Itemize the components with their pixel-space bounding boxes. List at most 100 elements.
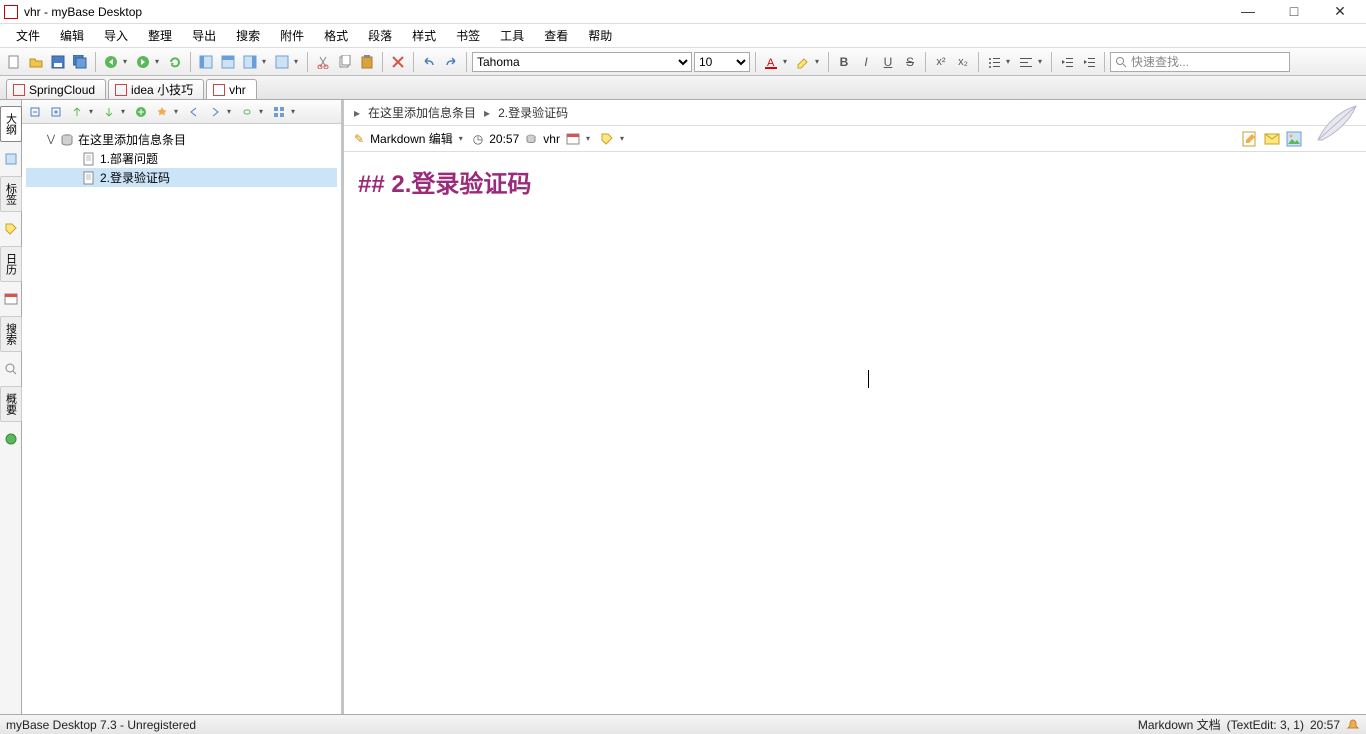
dropdown-icon[interactable]: ▾ xyxy=(227,107,235,116)
layout-1-icon[interactable] xyxy=(196,52,216,72)
attachment-icon[interactable] xyxy=(1264,131,1280,147)
dropdown-icon[interactable]: ▾ xyxy=(459,134,467,143)
dropdown-icon[interactable]: ▾ xyxy=(294,57,302,66)
dropdown-icon[interactable]: ▾ xyxy=(586,134,594,143)
tag-icon[interactable] xyxy=(600,132,614,146)
undo-icon[interactable] xyxy=(419,52,439,72)
font-family-select[interactable]: Tahoma xyxy=(472,52,692,72)
dropdown-icon[interactable]: ▾ xyxy=(291,107,299,116)
menu-export[interactable]: 导出 xyxy=(184,25,224,46)
dropdown-icon[interactable]: ▾ xyxy=(1038,57,1046,66)
breadcrumb-item[interactable]: 2.登录验证码 xyxy=(498,104,568,121)
bell-icon[interactable] xyxy=(1346,718,1360,732)
tree-star-icon[interactable] xyxy=(153,103,171,121)
tree-collapse-icon[interactable] xyxy=(26,103,44,121)
quick-search-input[interactable]: 快速查找... xyxy=(1110,52,1290,72)
side-tab-search[interactable]: 搜索 xyxy=(0,316,22,352)
paste-icon[interactable] xyxy=(357,52,377,72)
strikethrough-icon[interactable]: S xyxy=(900,52,920,72)
side-tab-calendar[interactable]: 日历 xyxy=(0,246,22,282)
menu-attachment[interactable]: 附件 xyxy=(272,25,312,46)
redo-icon[interactable] xyxy=(441,52,461,72)
back-icon[interactable] xyxy=(101,52,121,72)
underline-icon[interactable]: U xyxy=(878,52,898,72)
dropdown-icon[interactable]: ▾ xyxy=(121,107,129,116)
menu-paragraph[interactable]: 段落 xyxy=(360,25,400,46)
dropdown-icon[interactable]: ▾ xyxy=(262,57,270,66)
close-button[interactable]: ✕ xyxy=(1326,3,1354,20)
dropdown-icon[interactable]: ▾ xyxy=(123,57,131,66)
menu-bookmark[interactable]: 书签 xyxy=(448,25,488,46)
menu-import[interactable]: 导入 xyxy=(96,25,136,46)
menu-format[interactable]: 格式 xyxy=(316,25,356,46)
image-icon[interactable] xyxy=(1286,131,1302,147)
italic-icon[interactable]: I xyxy=(856,52,876,72)
tree-root[interactable]: ⋁ 在这里添加信息条目 xyxy=(26,130,337,149)
dropdown-icon[interactable]: ▾ xyxy=(783,57,791,66)
tree-child-icon[interactable] xyxy=(100,103,118,121)
side-tab-tags[interactable]: 标签 xyxy=(0,176,22,212)
tree-link-icon[interactable] xyxy=(238,103,256,121)
caret-down-icon[interactable]: ⋁ xyxy=(46,134,56,145)
editor-body[interactable]: ## 2.登录验证码 xyxy=(344,152,1366,714)
side-tab-summary[interactable]: 概要 xyxy=(0,386,22,422)
copy-icon[interactable] xyxy=(335,52,355,72)
cut-icon[interactable] xyxy=(313,52,333,72)
bullet-list-icon[interactable] xyxy=(984,52,1004,72)
edit-note-icon[interactable] xyxy=(1242,131,1258,147)
layout-3-icon[interactable] xyxy=(240,52,260,72)
dropdown-icon[interactable]: ▾ xyxy=(89,107,97,116)
indent-icon[interactable] xyxy=(1079,52,1099,72)
tree-expand-icon[interactable] xyxy=(47,103,65,121)
menu-tools[interactable]: 工具 xyxy=(492,25,532,46)
save-icon[interactable] xyxy=(48,52,68,72)
save-all-icon[interactable] xyxy=(70,52,90,72)
dropdown-icon[interactable]: ▾ xyxy=(620,134,628,143)
delete-icon[interactable] xyxy=(388,52,408,72)
font-color-icon[interactable]: A xyxy=(761,52,781,72)
layout-2-icon[interactable] xyxy=(218,52,238,72)
forward-icon[interactable] xyxy=(133,52,153,72)
menu-organize[interactable]: 整理 xyxy=(140,25,180,46)
subscript-icon[interactable]: x₂ xyxy=(953,52,973,72)
tree-grid-icon[interactable] xyxy=(270,103,288,121)
layout-4-icon[interactable] xyxy=(272,52,292,72)
maximize-button[interactable]: □ xyxy=(1280,3,1308,20)
bold-icon[interactable]: B xyxy=(834,52,854,72)
dropdown-icon[interactable]: ▾ xyxy=(174,107,182,116)
tab-springcloud[interactable]: SpringCloud xyxy=(6,79,106,99)
tree-item-2[interactable]: 2.登录验证码 xyxy=(26,168,337,187)
dropdown-icon[interactable]: ▾ xyxy=(259,107,267,116)
menu-view[interactable]: 查看 xyxy=(536,25,576,46)
tree-add-icon[interactable] xyxy=(132,103,150,121)
tree-move-left-icon[interactable] xyxy=(185,103,203,121)
dropdown-icon[interactable]: ▾ xyxy=(815,57,823,66)
tab-vhr[interactable]: vhr xyxy=(206,79,257,99)
tab-idea[interactable]: idea 小技巧 xyxy=(108,79,204,99)
menu-help[interactable]: 帮助 xyxy=(580,25,620,46)
dropdown-icon[interactable]: ▾ xyxy=(1006,57,1014,66)
tree-item-1[interactable]: 1.部署问题 xyxy=(26,149,337,168)
editor-mode[interactable]: Markdown 编辑 xyxy=(370,130,453,147)
side-tab-outline[interactable]: 大纲 xyxy=(0,106,22,142)
new-doc-icon[interactable] xyxy=(4,52,24,72)
refresh-icon[interactable] xyxy=(165,52,185,72)
menu-search[interactable]: 搜索 xyxy=(228,25,268,46)
outdent-icon[interactable] xyxy=(1057,52,1077,72)
tree-move-right-icon[interactable] xyxy=(206,103,224,121)
minimize-button[interactable]: — xyxy=(1234,3,1262,20)
align-icon[interactable] xyxy=(1016,52,1036,72)
menu-edit[interactable]: 编辑 xyxy=(52,25,92,46)
superscript-icon[interactable]: x² xyxy=(931,52,951,72)
open-icon[interactable] xyxy=(26,52,46,72)
highlight-icon[interactable] xyxy=(793,52,813,72)
breadcrumb-item[interactable]: 在这里添加信息条目 xyxy=(368,104,476,121)
tree-body[interactable]: ⋁ 在这里添加信息条目 1.部署问题 2.登录验证码 xyxy=(22,124,341,714)
tree-parent-icon[interactable] xyxy=(68,103,86,121)
text-cursor xyxy=(868,370,869,388)
font-size-select[interactable]: 10 xyxy=(694,52,750,72)
menu-style[interactable]: 样式 xyxy=(404,25,444,46)
menu-file[interactable]: 文件 xyxy=(8,25,48,46)
calendar-icon[interactable] xyxy=(566,132,580,146)
dropdown-icon[interactable]: ▾ xyxy=(155,57,163,66)
